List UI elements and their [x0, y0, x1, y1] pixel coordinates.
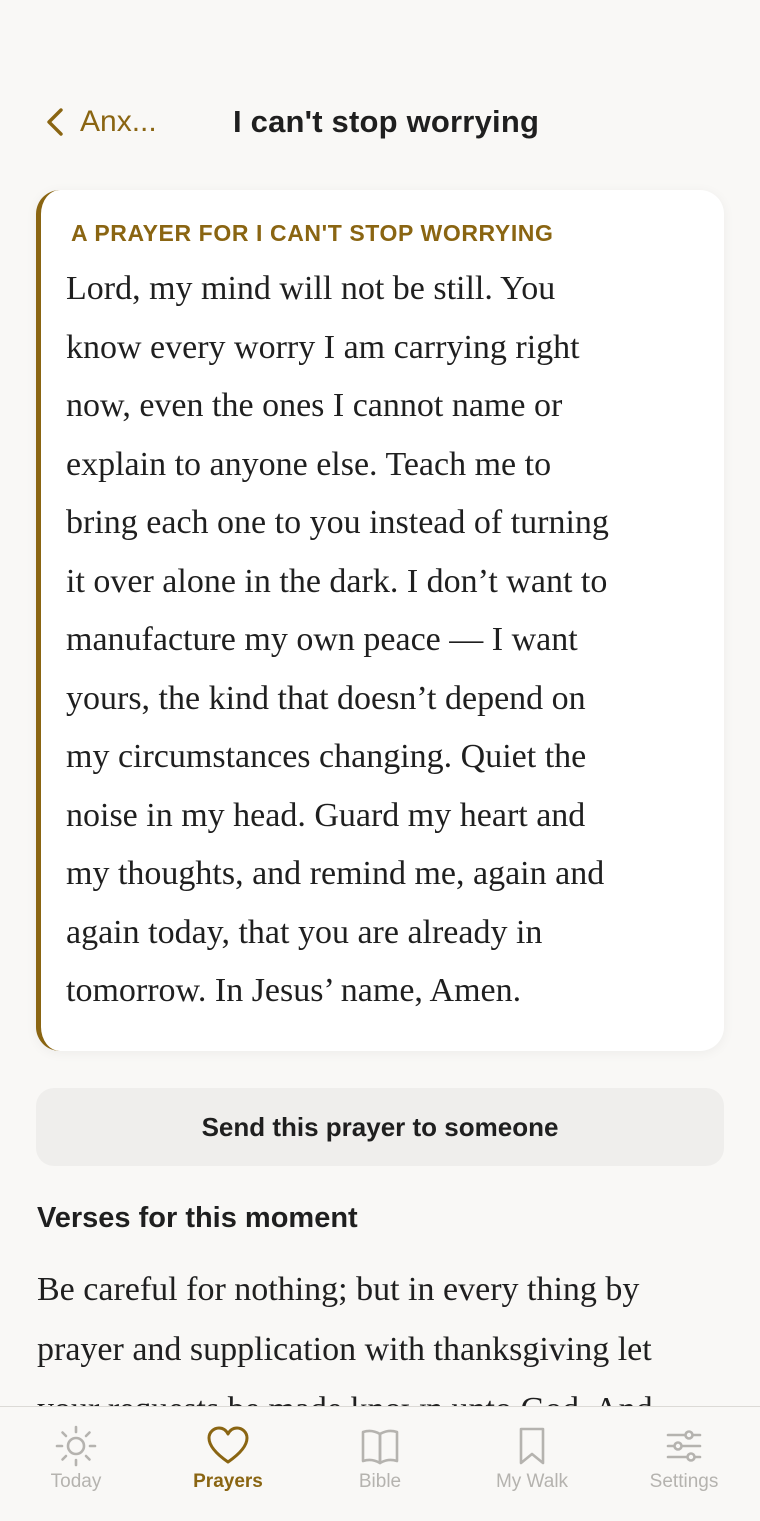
back-button[interactable]: Anx...	[44, 102, 157, 142]
bookmark-icon	[519, 1427, 545, 1465]
tab-label: Prayers	[193, 1471, 263, 1492]
verses-heading: Verses for this moment	[37, 1202, 358, 1234]
prayer-card-eyebrow: A PRAYER FOR I CAN'T STOP WORRYING	[71, 220, 554, 246]
tab-settings[interactable]: Settings	[608, 1407, 760, 1521]
prayer-line: it over alone in the dark. I don’t want …	[66, 562, 608, 600]
navigation-bar: Anx... I can't stop worrying	[0, 88, 760, 156]
tab-prayers[interactable]: Prayers	[152, 1407, 304, 1521]
tab-label: Today	[50, 1471, 102, 1492]
book-icon	[361, 1429, 399, 1465]
tab-bible[interactable]: Bible	[304, 1407, 456, 1521]
back-button-label: Anx...	[80, 105, 157, 138]
prayer-line: bring each one to you instead of turning	[66, 504, 609, 541]
prayer-line: know every worry I am carrying right	[66, 328, 580, 366]
tab-label: Settings	[649, 1471, 719, 1492]
send-prayer-button[interactable]: Send this prayer to someone	[36, 1088, 724, 1166]
prayer-line: Lord, my mind will not be still. You	[66, 270, 556, 307]
sun-icon	[55, 1425, 97, 1467]
prayer-line: my circumstances changing. Quiet the	[66, 738, 587, 775]
chevron-left-icon	[47, 108, 63, 136]
page-title: I can't stop worrying	[233, 104, 540, 139]
prayer-line: my thoughts, and remind me, again and	[66, 855, 605, 892]
prayer-line: explain to anyone else. Teach me to	[66, 445, 552, 483]
prayer-line: now, even the ones I cannot name or	[66, 387, 563, 424]
prayer-line: again today, that you are already in	[66, 913, 543, 951]
heart-icon	[207, 1426, 249, 1464]
tab-bar: Today Prayers Bible My Walk Settings	[0, 1406, 760, 1521]
prayer-line: noise in my head. Guard my heart and	[66, 796, 586, 834]
tab-label: My Walk	[495, 1471, 569, 1492]
tab-label: Bible	[358, 1471, 402, 1492]
tab-my-walk[interactable]: My Walk	[456, 1407, 608, 1521]
verse-line: Be careful for nothing; but in every thi…	[37, 1271, 640, 1308]
verse-line: prayer and supplication with thanksgivin…	[37, 1331, 652, 1368]
tab-today[interactable]: Today	[0, 1407, 152, 1521]
prayer-line: manufacture my own peace — I want	[66, 621, 578, 658]
sliders-icon	[666, 1430, 702, 1462]
prayer-line: tomorrow. In Jesus’ name, Amen.	[66, 972, 522, 1009]
prayer-text: Lord, my mind will not be still. You kno…	[66, 260, 696, 1021]
prayer-line: yours, the kind that doesn’t depend on	[66, 679, 586, 717]
